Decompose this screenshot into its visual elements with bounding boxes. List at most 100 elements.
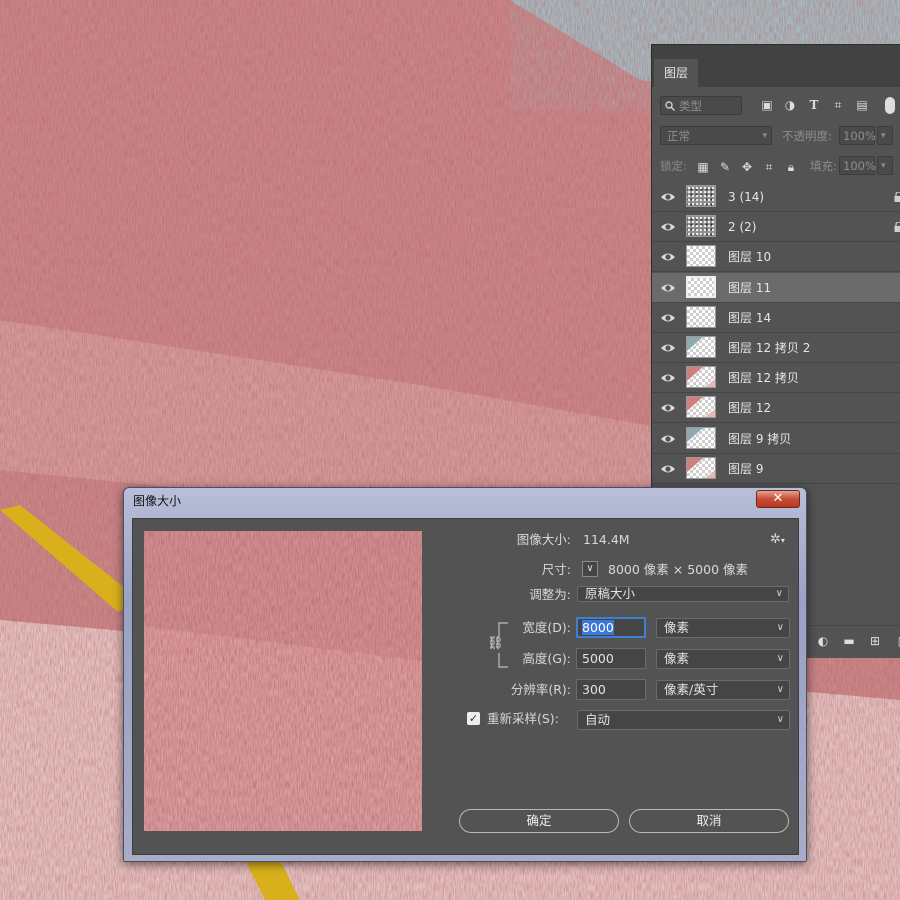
layer-row[interactable]: 图层 14	[652, 303, 900, 333]
width-input[interactable]: 8000	[576, 617, 646, 638]
layer-row[interactable]: 图层 12 拷贝	[652, 363, 900, 394]
height-input[interactable]: 5000	[576, 648, 646, 669]
lock-position-icon[interactable]: ✥	[740, 160, 754, 174]
chevron-down-icon: ∨	[776, 684, 784, 695]
layer-row[interactable]: 图层 12	[652, 393, 900, 424]
fill-input[interactable]: 100%	[839, 156, 876, 175]
layer-thumbnail[interactable]	[686, 185, 716, 207]
fit-to-label: 调整为:	[529, 587, 571, 602]
layer-thumbnail[interactable]	[686, 426, 716, 449]
delete-layer-icon[interactable]: ▯	[894, 635, 900, 647]
blend-mode-select[interactable]: 正常 ▾	[660, 126, 772, 145]
layer-row[interactable]: 图层 12 拷贝 2	[652, 333, 900, 363]
resample-label: 重新采样(S):	[487, 711, 559, 726]
resolution-input[interactable]: 300	[576, 679, 646, 700]
chevron-down-icon: ∨	[775, 588, 783, 599]
layer-thumbnail[interactable]	[686, 245, 716, 268]
layer-thumbnail[interactable]	[686, 305, 716, 328]
new-layer-icon[interactable]: ⊞	[868, 635, 882, 647]
dimensions-dropdown[interactable]: ∨	[582, 561, 598, 577]
fill-label: 填充:	[810, 159, 837, 173]
chevron-down-icon: ▾	[762, 131, 767, 141]
eye-icon[interactable]	[660, 371, 676, 385]
height-unit-value: 像素	[664, 651, 690, 666]
chevron-down-icon: ∨	[776, 714, 784, 725]
ok-button[interactable]: 确定	[459, 809, 619, 833]
layer-thumbnail[interactable]	[686, 275, 716, 298]
layer-name: 图层 12 拷贝	[728, 371, 799, 386]
filter-smart-object-icon[interactable]: ▤	[855, 98, 869, 112]
layer-thumbnail[interactable]	[686, 396, 716, 419]
fill-dropdown-icon[interactable]: ▾	[877, 156, 893, 175]
layer-name: 3 (14)	[728, 190, 765, 204]
lock-artboard-icon[interactable]: ⌗	[762, 160, 776, 174]
image-size-label: 图像大小:	[516, 532, 571, 547]
eye-icon[interactable]	[660, 190, 676, 204]
filter-adjustment-icon[interactable]: ◑	[783, 98, 797, 112]
width-label: 宽度(D):	[522, 620, 571, 635]
chevron-down-icon: ∨	[776, 653, 784, 664]
fit-to-select[interactable]: 原稿大小 ∨	[577, 586, 789, 602]
blend-row: 正常 ▾ 不透明度: 100% ▾	[652, 125, 900, 147]
adjustment-layer-icon[interactable]: ◐	[816, 635, 830, 647]
filter-toggle-switch[interactable]	[885, 97, 895, 114]
new-group-icon[interactable]: ▬	[842, 635, 856, 647]
chevron-down-icon: ∨	[776, 622, 784, 633]
layer-name: 图层 9 拷贝	[728, 431, 792, 446]
eye-icon[interactable]	[660, 220, 676, 234]
blend-mode-label: 正常	[667, 129, 690, 143]
dimensions-label: 尺寸:	[541, 562, 571, 577]
search-icon	[665, 101, 675, 111]
filter-kind-select[interactable]: 类型	[660, 96, 742, 115]
layer-name: 图层 10	[728, 250, 772, 265]
height-unit-select[interactable]: 像素 ∨	[656, 649, 790, 669]
dialog-body: 图像大小: 114.4M ✲▾ 尺寸: ∨ 8000 像素 × 5000 像素 …	[132, 518, 799, 855]
gear-icon[interactable]: ✲▾	[770, 532, 785, 547]
layer-thumbnail[interactable]	[686, 336, 716, 358]
lock-paint-icon[interactable]: ✎	[718, 160, 732, 174]
eye-icon[interactable]	[660, 462, 676, 476]
cancel-button[interactable]: 取消	[629, 809, 789, 833]
layer-row[interactable]: 2 (2)	[652, 212, 900, 243]
lock-icon	[894, 221, 900, 233]
opacity-input[interactable]: 100%	[839, 126, 876, 145]
close-button[interactable]: ✕	[756, 490, 800, 508]
lock-all-icon[interactable]: 🔒︎	[784, 160, 798, 174]
eye-icon[interactable]	[660, 250, 676, 264]
eye-icon[interactable]	[660, 401, 676, 415]
eye-icon[interactable]	[660, 311, 676, 325]
filter-pixel-icon[interactable]: ▣	[760, 98, 774, 112]
resolution-unit-value: 像素/英寸	[664, 682, 719, 697]
height-label: 高度(G):	[522, 651, 571, 666]
layer-thumbnail[interactable]	[686, 215, 716, 238]
image-preview[interactable]	[144, 531, 422, 831]
layer-thumbnail[interactable]	[686, 456, 716, 479]
layer-row[interactable]: 图层 11	[652, 272, 900, 303]
tab-layers[interactable]: 图层	[654, 59, 698, 87]
opacity-label: 不透明度:	[782, 129, 832, 143]
eye-icon[interactable]	[660, 281, 676, 295]
image-size-dialog: 图像大小 ✕ 图像大小: 114.4M ✲▾ 尺寸: ∨ 8000 像素 × 5…	[123, 487, 807, 862]
width-value: 8000	[582, 620, 614, 635]
lock-transparent-icon[interactable]: ▦	[696, 160, 710, 174]
dimensions-value: 8000 像素 × 5000 像素	[608, 562, 748, 577]
resample-checkbox[interactable]: ✓	[467, 712, 480, 725]
filter-type-icon[interactable]: T	[807, 98, 821, 112]
resolution-unit-select[interactable]: 像素/英寸 ∨	[656, 680, 790, 700]
layer-row[interactable]: 3 (14)	[652, 182, 900, 212]
image-size-value: 114.4M	[583, 532, 630, 547]
resample-select[interactable]: 自动 ∨	[577, 710, 790, 730]
layer-filter-row: 类型 ▣ ◑ T ⌗ ▤	[652, 95, 900, 117]
filter-shape-icon[interactable]: ⌗	[831, 98, 845, 112]
layer-row[interactable]: 图层 10	[652, 242, 900, 273]
lock-row: 锁定: ▦ ✎ ✥ ⌗ 🔒︎ 填充: 100% ▾	[652, 155, 900, 177]
opacity-dropdown-icon[interactable]: ▾	[877, 126, 893, 145]
eye-icon[interactable]	[660, 432, 676, 446]
layer-row[interactable]: 图层 9	[652, 454, 900, 484]
eye-icon[interactable]	[660, 341, 676, 355]
layer-thumbnail[interactable]	[686, 366, 716, 389]
width-unit-value: 像素	[664, 620, 690, 635]
layer-row[interactable]: 图层 9 拷贝	[652, 424, 900, 454]
fit-to-value: 原稿大小	[585, 586, 636, 601]
width-unit-select[interactable]: 像素 ∨	[656, 618, 790, 638]
